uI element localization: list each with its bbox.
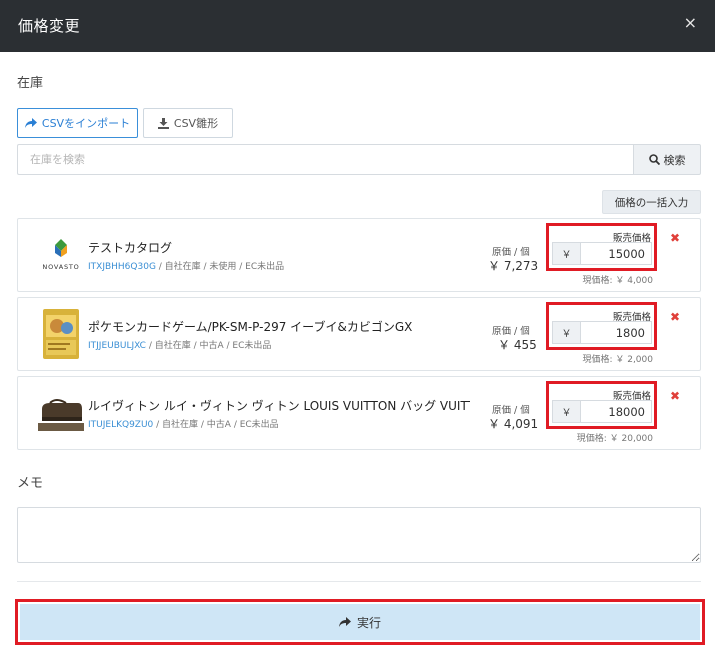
stock-item-row: ポケモンカードゲーム/PK-SM-P-297 イーブイ&カビゴンGX ITJJE… xyxy=(17,297,701,371)
stock-item-row: NOVASTO テストカタログ ITXJBHH6Q30G / 自社在庫 / 未使… xyxy=(17,218,701,292)
search-icon xyxy=(648,154,660,165)
current-price: 現価格: ￥ 20,000 xyxy=(576,434,653,444)
pokemon-card-image xyxy=(43,309,79,359)
sale-price-group: 販売価格 ￥ xyxy=(546,302,657,350)
product-code-link[interactable]: ITXJBHH6Q30G xyxy=(88,262,156,272)
sale-price-input[interactable] xyxy=(580,242,652,265)
download-icon xyxy=(157,117,169,129)
csv-template-label: CSV雛形 xyxy=(173,117,219,130)
currency-addon: ￥ xyxy=(552,400,581,423)
sale-price-input[interactable] xyxy=(580,400,652,423)
share-arrow-icon xyxy=(24,117,37,128)
share-arrow-icon xyxy=(338,616,351,627)
stock-section-label: 在庫 xyxy=(17,76,44,91)
memo-label: メモ xyxy=(17,476,44,491)
cost-label: 原価 / 個 xyxy=(492,247,530,258)
search-button[interactable]: 検索 xyxy=(633,144,701,175)
modal-header: 価格変更 × xyxy=(0,0,715,52)
stock-search-input[interactable] xyxy=(17,144,634,175)
sale-price-input[interactable] xyxy=(580,321,652,344)
remove-item-icon[interactable]: ✖ xyxy=(670,231,680,245)
submit-highlight: 実行 xyxy=(15,599,705,645)
product-name: テストカタログ xyxy=(88,241,173,255)
search-button-label: 検索 xyxy=(663,153,686,167)
product-code-link[interactable]: ITJJEUBULJXC xyxy=(88,341,146,351)
bag-image xyxy=(38,399,84,431)
novasto-logo: NOVASTO xyxy=(42,239,79,271)
product-code-link[interactable]: ITUJELKQ9ZU0 xyxy=(88,420,153,430)
product-name: ルイヴィトン ルイ・ヴィトン ヴィトン LOUIS VUITTON バッグ VU… xyxy=(88,399,470,413)
stock-item-row: ルイヴィトン ルイ・ヴィトン ヴィトン LOUIS VUITTON バッグ VU… xyxy=(17,376,701,450)
close-icon[interactable]: × xyxy=(684,13,697,32)
execute-button[interactable]: 実行 xyxy=(20,604,700,640)
modal-title: 価格変更 xyxy=(18,17,81,35)
sale-price-group: 販売価格 ￥ xyxy=(546,381,657,429)
product-thumbnail xyxy=(34,387,88,439)
memo-textarea[interactable] xyxy=(17,507,701,563)
product-thumbnail: NOVASTO xyxy=(34,229,88,281)
product-thumbnail xyxy=(34,308,88,360)
execute-button-label: 実行 xyxy=(356,615,381,630)
cost-value: ￥ 4,091 xyxy=(488,417,539,431)
cost-value: ￥ 455 xyxy=(498,338,537,352)
current-price: 現価格: ￥ 2,000 xyxy=(582,355,653,365)
bulk-price-button[interactable]: 価格の一括入力 xyxy=(602,190,701,214)
csv-template-button[interactable]: CSV雛形 xyxy=(143,108,233,138)
remove-item-icon[interactable]: ✖ xyxy=(670,389,680,403)
product-meta: ITJJEUBULJXC / 自社在庫 / 中古A / EC未出品 xyxy=(88,341,272,351)
product-meta: ITUJELKQ9ZU0 / 自社在庫 / 中古A / EC未出品 xyxy=(88,420,279,430)
currency-addon: ￥ xyxy=(552,321,581,344)
cost-label: 原価 / 個 xyxy=(492,326,530,337)
sale-price-group: 販売価格 ￥ xyxy=(546,223,657,271)
divider xyxy=(17,581,701,582)
product-meta: ITXJBHH6Q30G / 自社在庫 / 未使用 / EC未出品 xyxy=(88,262,285,272)
product-name: ポケモンカードゲーム/PK-SM-P-297 イーブイ&カビゴンGX xyxy=(88,320,413,334)
csv-import-label: CSVをインポート xyxy=(41,117,131,130)
svg-text:NOVASTO: NOVASTO xyxy=(42,263,79,271)
csv-import-button[interactable]: CSVをインポート xyxy=(17,108,138,138)
cost-value: ￥ 7,273 xyxy=(488,259,539,273)
remove-item-icon[interactable]: ✖ xyxy=(670,310,680,324)
cost-label: 原価 / 個 xyxy=(492,405,530,416)
currency-addon: ￥ xyxy=(552,242,581,265)
current-price: 現価格: ￥ 4,000 xyxy=(582,276,653,286)
